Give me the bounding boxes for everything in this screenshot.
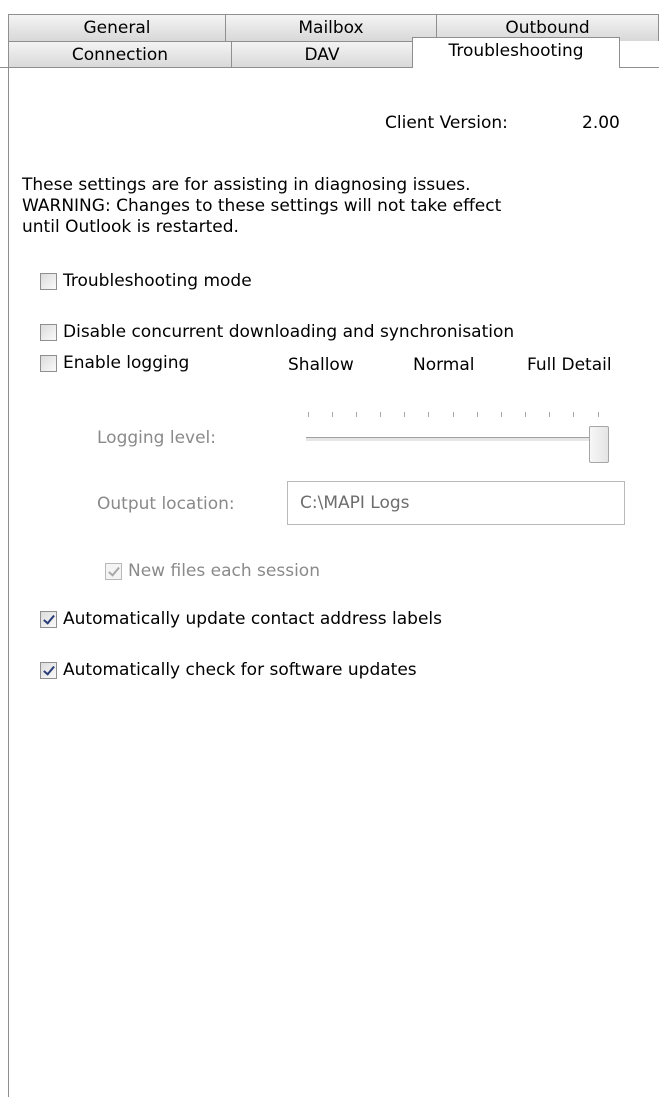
output-location-label: Output location: bbox=[97, 494, 235, 514]
slider-tick bbox=[573, 412, 574, 417]
logging-level-label: Logging level: bbox=[97, 428, 216, 448]
new-files-option[interactable]: New files each session bbox=[105, 561, 320, 581]
auto-update-labels-checkbox[interactable] bbox=[40, 610, 57, 628]
slider-tick bbox=[501, 412, 502, 417]
new-files-checkbox[interactable] bbox=[105, 562, 122, 580]
slider-tick bbox=[332, 412, 333, 417]
troubleshooting-mode-checkbox[interactable] bbox=[40, 272, 57, 290]
tab-divider bbox=[0, 67, 412, 68]
auto-check-updates-checkbox[interactable] bbox=[40, 661, 57, 679]
panel-border bbox=[8, 68, 9, 1097]
new-files-label: New files each session bbox=[128, 561, 320, 581]
disable-concurrent-label: Disable concurrent downloading and synch… bbox=[63, 322, 515, 342]
auto-update-labels-option[interactable]: Automatically update contact address lab… bbox=[40, 609, 442, 629]
logging-level-slider-thumb[interactable] bbox=[589, 426, 609, 463]
slider-tick bbox=[525, 412, 526, 417]
slider-tick bbox=[598, 412, 599, 417]
tab-connection[interactable]: Connection bbox=[8, 41, 232, 68]
troubleshooting-dialog: General Mailbox Outbound Connection DAV … bbox=[0, 0, 659, 1097]
level-normal-label: Normal bbox=[413, 355, 475, 375]
tab-troubleshooting[interactable]: Troubleshooting bbox=[412, 37, 620, 68]
troubleshooting-mode-option[interactable]: Troubleshooting mode bbox=[40, 271, 252, 291]
client-version-value: 2.00 bbox=[582, 113, 620, 133]
output-location-input[interactable] bbox=[287, 481, 625, 525]
tab-row-front: Connection DAV Troubleshooting bbox=[8, 37, 620, 68]
disable-concurrent-checkbox[interactable] bbox=[40, 323, 57, 341]
enable-logging-checkbox[interactable] bbox=[40, 354, 57, 372]
client-version-label: Client Version: bbox=[385, 113, 508, 133]
slider-tick bbox=[308, 412, 309, 417]
info-text: These settings are for assisting in diag… bbox=[22, 175, 622, 238]
slider-tick bbox=[428, 412, 429, 417]
enable-logging-option[interactable]: Enable logging bbox=[40, 353, 189, 373]
enable-logging-label: Enable logging bbox=[63, 353, 190, 373]
slider-tick bbox=[477, 412, 478, 417]
tab-dav[interactable]: DAV bbox=[231, 41, 413, 68]
tab-mailbox[interactable]: Mailbox bbox=[225, 14, 437, 41]
slider-tick bbox=[453, 412, 454, 417]
slider-tick bbox=[404, 412, 405, 417]
level-full-detail-label: Full Detail bbox=[527, 355, 612, 375]
level-shallow-label: Shallow bbox=[288, 355, 354, 375]
slider-tick bbox=[356, 412, 357, 417]
info-line: These settings are for assisting in diag… bbox=[22, 175, 471, 195]
slider-tick bbox=[380, 412, 381, 417]
logging-level-slider-track[interactable] bbox=[306, 437, 600, 442]
troubleshooting-mode-label: Troubleshooting mode bbox=[63, 271, 252, 291]
auto-check-updates-option[interactable]: Automatically check for software updates bbox=[40, 660, 417, 680]
tab-divider-right bbox=[615, 67, 659, 68]
auto-update-labels-label: Automatically update contact address lab… bbox=[63, 609, 442, 629]
warning-line: WARNING: Changes to these settings will … bbox=[22, 196, 502, 216]
auto-check-updates-label: Automatically check for software updates bbox=[63, 660, 417, 680]
disable-concurrent-option[interactable]: Disable concurrent downloading and synch… bbox=[40, 322, 514, 342]
slider-tick bbox=[549, 412, 550, 417]
tab-general[interactable]: General bbox=[8, 14, 226, 41]
warning-line-cont: until Outlook is restarted. bbox=[22, 217, 239, 237]
slider-ticks bbox=[308, 412, 604, 420]
